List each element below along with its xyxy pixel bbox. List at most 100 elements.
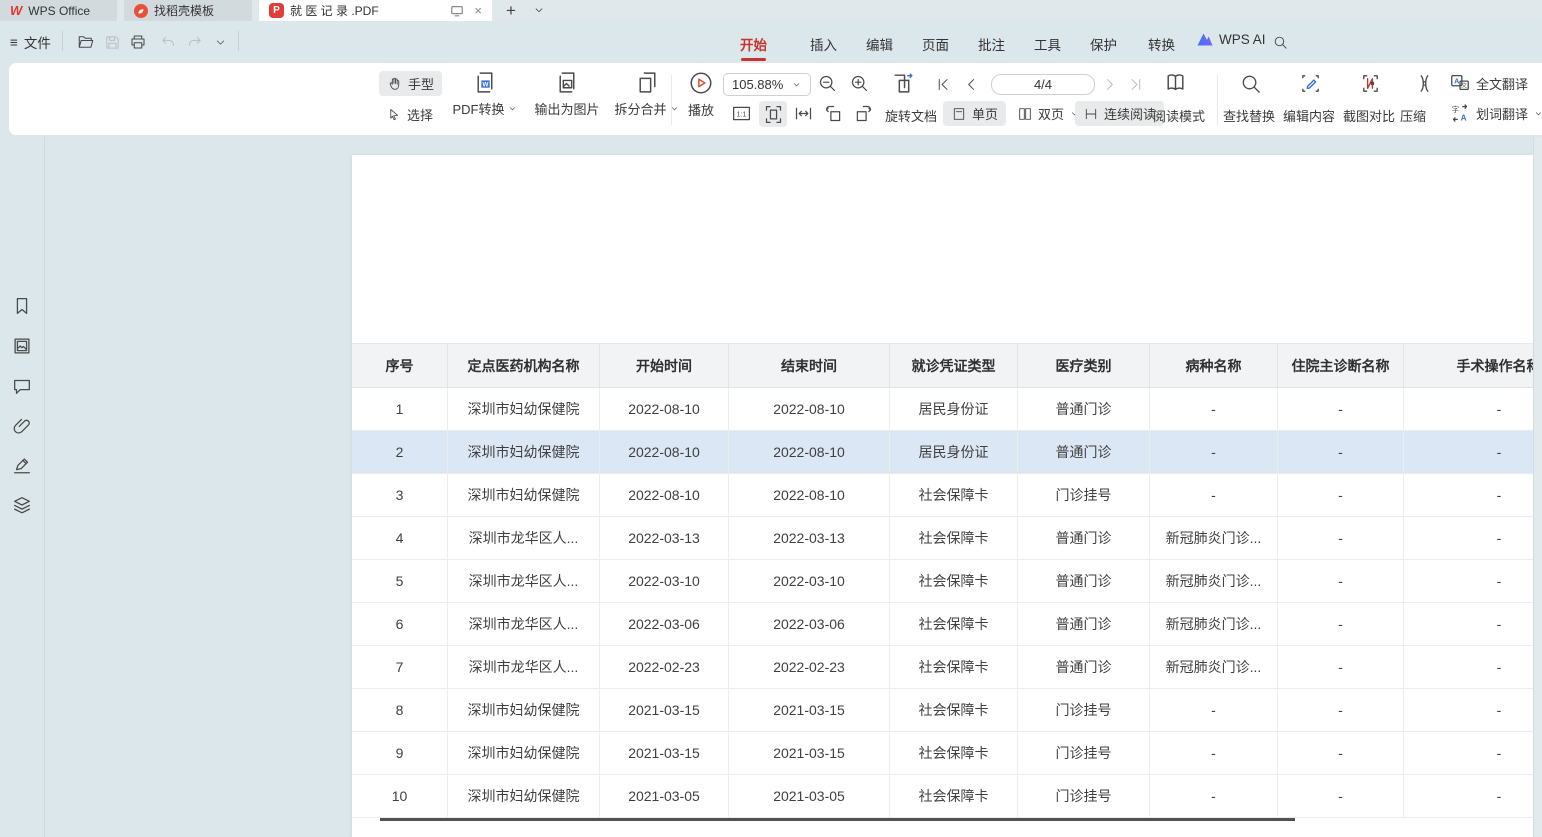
zoom-out-button[interactable]: [817, 73, 838, 94]
table-cell: 社会保障卡: [890, 560, 1018, 603]
table-row[interactable]: 10深圳市妇幼保健院2021-03-052021-03-05社会保障卡门诊挂号-…: [352, 775, 1533, 818]
edit-content-button[interactable]: [1299, 72, 1322, 95]
compress-button[interactable]: [1413, 72, 1436, 95]
next-page-button[interactable]: [1101, 76, 1118, 93]
split-merge-button[interactable]: 拆分合并: [607, 70, 687, 118]
menu-item-comment[interactable]: 批注: [978, 34, 1005, 54]
close-tab-icon[interactable]: ×: [474, 3, 482, 18]
table-cell: 社会保障卡: [890, 689, 1018, 732]
wps-ai-logo-icon: [1196, 32, 1214, 47]
tab-list-chevron-icon[interactable]: [532, 3, 546, 17]
rotate-pages-button[interactable]: [891, 71, 916, 96]
menu-search-icon[interactable]: [1270, 33, 1290, 51]
layers-icon[interactable]: [11, 494, 33, 516]
menu-item-protect[interactable]: 保护: [1090, 34, 1117, 54]
rotate-left-button[interactable]: [823, 103, 844, 124]
zoom-level-select[interactable]: 105.88%: [723, 73, 811, 96]
read-mode-icon[interactable]: [1163, 70, 1188, 95]
pdf-convert-button[interactable]: W PDF转换: [445, 70, 525, 118]
rotate-doc-label[interactable]: 旋转文档: [885, 106, 937, 125]
actual-size-button[interactable]: 1:1: [731, 103, 752, 124]
find-replace-label[interactable]: 查找替换: [1223, 106, 1275, 125]
compress-icon: [1413, 72, 1436, 95]
chevron-down-icon: [507, 103, 518, 114]
table-row[interactable]: 5深圳市龙华区人...2022-03-102022-03-10社会保障卡普通门诊…: [352, 560, 1533, 603]
last-page-button[interactable]: [1127, 76, 1144, 93]
previous-page-button[interactable]: [963, 76, 980, 93]
more-actions-chevron-icon[interactable]: [210, 33, 230, 51]
table-row[interactable]: 1深圳市妇幼保健院2022-08-102022-08-10居民身份证普通门诊--…: [352, 388, 1533, 431]
redo-button[interactable]: [184, 33, 204, 51]
word-translate-button[interactable]: 字A 划词翻译: [1449, 102, 1542, 124]
menu-item-tools[interactable]: 工具: [1034, 34, 1061, 54]
table-cell: 2021-03-05: [729, 775, 890, 818]
page-number-input[interactable]: 4/4: [991, 74, 1095, 95]
edit-content-label[interactable]: 编辑内容: [1283, 106, 1335, 125]
annotate-pen-icon[interactable]: [11, 454, 33, 476]
table-header-cell: 序号: [352, 344, 448, 388]
menu-item-insert[interactable]: 插入: [810, 34, 837, 54]
table-row[interactable]: 2深圳市妇幼保健院2022-08-102022-08-10居民身份证普通门诊--…: [352, 431, 1533, 474]
tab-wps-office[interactable]: W WPS Office: [0, 0, 117, 21]
record-table-body: 1深圳市妇幼保健院2022-08-102022-08-10居民身份证普通门诊--…: [352, 388, 1533, 818]
table-cell: 2022-08-10: [729, 474, 890, 517]
wps-ai-button[interactable]: WPS AI: [1196, 32, 1266, 47]
tab-document[interactable]: P 就 医 记 录 .PDF ×: [259, 0, 492, 21]
table-cell: -: [1278, 560, 1404, 603]
zoom-in-button[interactable]: [849, 73, 870, 94]
rotate-right-button[interactable]: [853, 103, 874, 124]
file-menu-button[interactable]: ≡ 文件: [10, 32, 51, 52]
menu-item-page[interactable]: 页面: [922, 34, 949, 54]
undo-button[interactable]: [158, 33, 178, 51]
hand-icon: [387, 76, 403, 92]
table-cell: 7: [352, 646, 448, 689]
tab-docer-templates[interactable]: 找稻壳模板: [124, 0, 252, 21]
play-button[interactable]: 播放: [677, 70, 725, 119]
screenshot-compare-button[interactable]: [1359, 72, 1382, 95]
compress-label[interactable]: 压缩: [1400, 106, 1426, 125]
attachment-icon[interactable]: [11, 415, 33, 437]
print-button[interactable]: [128, 33, 148, 51]
table-row[interactable]: 6深圳市龙华区人...2022-03-062022-03-06社会保障卡普通门诊…: [352, 603, 1533, 646]
tab-bar: W WPS Office 找稻壳模板 P 就 医 记 录 .PDF × +: [0, 0, 1542, 21]
table-bottom-rule: [380, 818, 1295, 821]
open-file-button[interactable]: [76, 33, 96, 51]
table-header-cell: 就诊凭证类型: [890, 344, 1018, 388]
table-cell: -: [1404, 646, 1533, 689]
table-row[interactable]: 3深圳市妇幼保健院2022-08-102022-08-10社会保障卡门诊挂号--…: [352, 474, 1533, 517]
first-page-button[interactable]: [935, 76, 952, 93]
export-image-button[interactable]: 输出为图片: [523, 70, 611, 118]
table-row[interactable]: 7深圳市龙华区人...2022-02-232022-02-23社会保障卡普通门诊…: [352, 646, 1533, 689]
comment-icon[interactable]: [11, 375, 33, 397]
play-label: 播放: [688, 100, 714, 119]
single-page-button[interactable]: 单页: [943, 101, 1006, 126]
table-cell: 普通门诊: [1018, 646, 1150, 689]
table-cell: 普通门诊: [1018, 431, 1150, 474]
save-button[interactable]: [102, 33, 122, 51]
table-row[interactable]: 9深圳市妇幼保健院2021-03-152021-03-15社会保障卡门诊挂号--…: [352, 732, 1533, 775]
table-row[interactable]: 8深圳市妇幼保健院2021-03-152021-03-15社会保障卡门诊挂号--…: [352, 689, 1533, 732]
table-cell: 9: [352, 732, 448, 775]
pdf-page[interactable]: 序号定点医药机构名称开始时间结束时间就诊凭证类型医疗类别病种名称住院主诊断名称手…: [352, 155, 1533, 837]
docer-icon: [134, 4, 148, 18]
table-cell: 门诊挂号: [1018, 775, 1150, 818]
full-translate-button[interactable]: A文 全文翻译: [1449, 72, 1528, 94]
monitor-icon[interactable]: [450, 4, 464, 18]
menu-item-convert[interactable]: 转换: [1148, 34, 1175, 54]
screenshot-compare-label[interactable]: 截图对比: [1343, 106, 1395, 125]
menu-item-edit[interactable]: 编辑: [866, 34, 893, 54]
fit-width-button[interactable]: [793, 103, 814, 124]
continuous-read-button[interactable]: 连续阅读: [1075, 101, 1164, 126]
bookmark-icon[interactable]: [11, 295, 33, 317]
select-tool-button[interactable]: 选择: [379, 102, 441, 127]
menu-item-home[interactable]: 开始: [740, 34, 767, 54]
find-replace-button[interactable]: [1239, 72, 1262, 95]
fit-page-button[interactable]: [759, 101, 787, 127]
read-mode-label[interactable]: 阅读模式: [1153, 106, 1205, 125]
thumbnail-image-icon[interactable]: [11, 335, 33, 357]
new-tab-button[interactable]: +: [506, 0, 516, 21]
table-row[interactable]: 4深圳市龙华区人...2022-03-132022-03-13社会保障卡普通门诊…: [352, 517, 1533, 560]
single-page-icon: [951, 106, 967, 122]
hand-tool-button[interactable]: 手型: [379, 71, 442, 96]
vertical-scrollbar[interactable]: [1533, 137, 1542, 837]
